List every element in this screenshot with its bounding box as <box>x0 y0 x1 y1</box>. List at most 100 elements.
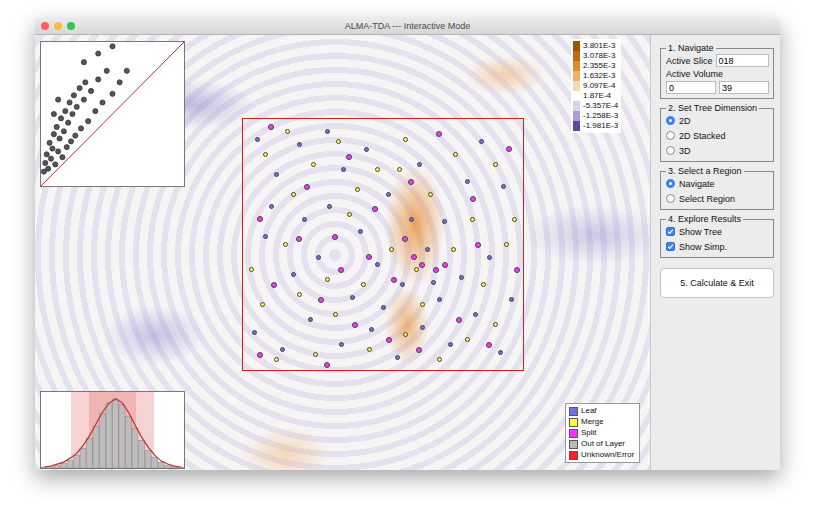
minimize-icon[interactable] <box>54 22 62 30</box>
critical-point[interactable] <box>327 204 332 209</box>
critical-point[interactable] <box>501 184 506 189</box>
critical-point[interactable] <box>514 267 520 273</box>
critical-point[interactable] <box>302 217 307 222</box>
radio-icon[interactable] <box>666 131 675 140</box>
critical-point[interactable] <box>448 342 453 347</box>
critical-point[interactable] <box>285 129 290 134</box>
critical-point[interactable] <box>403 137 408 142</box>
radio-icon[interactable] <box>666 194 675 203</box>
critical-point[interactable] <box>431 280 436 285</box>
critical-point[interactable] <box>336 139 341 144</box>
critical-point[interactable] <box>411 254 417 260</box>
critical-point[interactable] <box>470 196 476 202</box>
critical-point[interactable] <box>465 337 470 342</box>
critical-point[interactable] <box>436 131 442 137</box>
close-icon[interactable] <box>41 22 49 30</box>
critical-point[interactable] <box>409 217 414 222</box>
volume-to-field[interactable] <box>719 81 769 94</box>
checkbox-icon[interactable] <box>666 227 675 236</box>
critical-point[interactable] <box>381 305 386 310</box>
critical-point[interactable] <box>324 362 330 368</box>
critical-point[interactable] <box>372 206 378 212</box>
critical-point[interactable] <box>263 152 268 157</box>
dimension-option[interactable]: 3D <box>666 144 769 157</box>
critical-point[interactable] <box>402 236 408 242</box>
critical-point[interactable] <box>498 350 503 355</box>
critical-point[interactable] <box>346 154 352 160</box>
critical-point[interactable] <box>428 192 433 197</box>
critical-point[interactable] <box>316 255 321 260</box>
critical-point[interactable] <box>318 297 324 303</box>
critical-point[interactable] <box>347 212 352 217</box>
critical-point[interactable] <box>269 204 274 209</box>
critical-point[interactable] <box>456 317 462 323</box>
critical-point[interactable] <box>470 217 475 222</box>
critical-point[interactable] <box>369 327 374 332</box>
critical-point[interactable] <box>400 282 405 287</box>
region-option[interactable]: Select Region <box>666 192 769 205</box>
critical-point[interactable] <box>339 342 344 347</box>
critical-point[interactable] <box>420 302 425 307</box>
critical-point[interactable] <box>274 357 279 362</box>
critical-point[interactable] <box>257 216 263 222</box>
critical-point[interactable] <box>442 219 447 224</box>
radio-icon[interactable] <box>666 116 675 125</box>
critical-point[interactable] <box>355 187 360 192</box>
critical-point[interactable] <box>304 184 310 190</box>
critical-point[interactable] <box>473 312 478 317</box>
critical-point[interactable] <box>296 236 302 242</box>
dimension-option[interactable]: 2D Stacked <box>666 129 769 142</box>
critical-point[interactable] <box>416 347 422 353</box>
critical-point[interactable] <box>437 357 442 362</box>
critical-point[interactable] <box>280 347 285 352</box>
slice-field[interactable] <box>716 54 769 67</box>
critical-point[interactable] <box>367 347 372 352</box>
radio-icon[interactable] <box>666 179 675 188</box>
critical-point[interactable] <box>408 179 414 185</box>
critical-point[interactable] <box>397 167 402 172</box>
region-option[interactable]: Navigate <box>666 177 769 190</box>
critical-point[interactable] <box>338 267 344 273</box>
critical-point[interactable] <box>504 242 509 247</box>
critical-point[interactable] <box>366 254 372 260</box>
critical-point[interactable] <box>358 229 363 234</box>
zoom-icon[interactable] <box>67 22 75 30</box>
critical-point[interactable] <box>375 262 380 267</box>
critical-point[interactable] <box>386 192 391 197</box>
critical-point[interactable] <box>487 255 492 260</box>
critical-point[interactable] <box>451 247 456 252</box>
critical-point[interactable] <box>283 242 288 247</box>
critical-point[interactable] <box>333 312 338 317</box>
critical-point[interactable] <box>417 162 422 167</box>
critical-point[interactable] <box>308 317 313 322</box>
critical-point[interactable] <box>361 282 366 287</box>
critical-point[interactable] <box>297 292 302 297</box>
explore-option[interactable]: Show Tree <box>666 225 769 238</box>
critical-point[interactable] <box>352 322 358 328</box>
critical-point[interactable] <box>350 295 355 300</box>
critical-point[interactable] <box>325 129 330 134</box>
explore-option[interactable]: Show Simp. <box>666 240 769 253</box>
critical-point[interactable] <box>420 325 425 330</box>
critical-point[interactable] <box>268 124 274 130</box>
critical-point[interactable] <box>465 179 470 184</box>
critical-point[interactable] <box>425 247 430 252</box>
critical-point[interactable] <box>249 267 254 272</box>
critical-point[interactable] <box>386 337 392 343</box>
dimension-option[interactable]: 2D <box>666 114 769 127</box>
critical-point[interactable] <box>389 247 394 252</box>
critical-point[interactable] <box>486 342 492 348</box>
calculate-exit-button[interactable]: 5. Calculate & Exit <box>660 268 774 298</box>
critical-point[interactable] <box>341 167 346 172</box>
critical-point[interactable] <box>271 282 277 288</box>
critical-point[interactable] <box>475 242 481 248</box>
critical-point[interactable] <box>255 137 260 142</box>
critical-point[interactable] <box>493 162 498 167</box>
volume-from-field[interactable] <box>666 81 716 94</box>
critical-point[interactable] <box>433 267 439 273</box>
critical-point[interactable] <box>375 167 380 172</box>
critical-point[interactable] <box>325 277 330 282</box>
critical-point[interactable] <box>395 355 400 360</box>
critical-point[interactable] <box>414 267 419 272</box>
critical-point[interactable] <box>419 262 425 268</box>
